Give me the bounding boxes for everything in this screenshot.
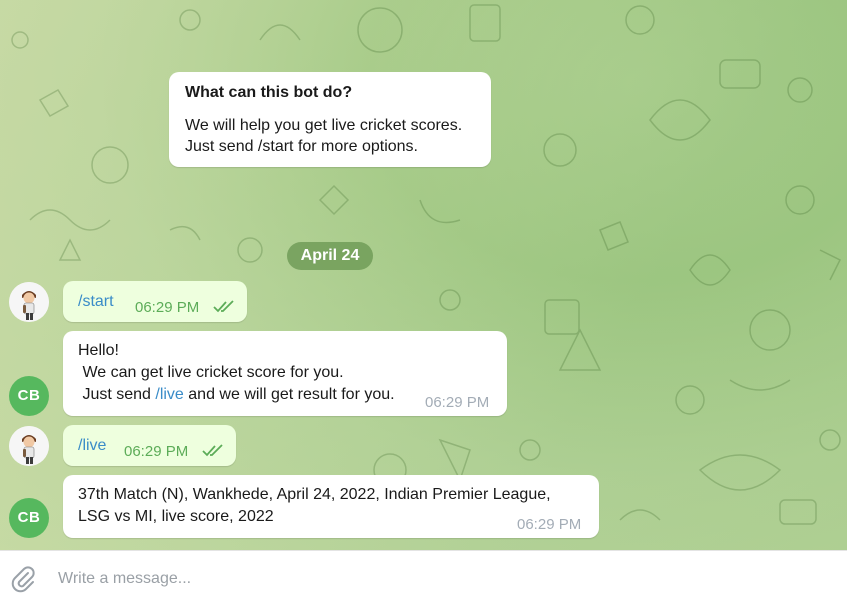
start-command-link[interactable]: /start <box>78 291 114 313</box>
paperclip-icon[interactable] <box>9 565 37 593</box>
user-avatar[interactable] <box>9 282 49 322</box>
chat-history[interactable]: What can this bot do? We will help you g… <box>0 0 847 550</box>
bot-info-description-line-2: Just send /start for more options. <box>185 138 418 155</box>
outgoing-message-bubble[interactable]: /start 06:29 PM <box>63 281 247 322</box>
cartoon-boy-avatar-icon <box>9 426 49 466</box>
double-check-icon <box>202 444 223 457</box>
message-composer <box>0 550 847 608</box>
bot-info-card: What can this bot do? We will help you g… <box>169 72 491 167</box>
incoming-message-bubble[interactable]: Hello! We can get live cricket score for… <box>63 331 507 416</box>
message-timestamp: 06:29 PM <box>425 394 490 411</box>
message-text-line: We can get live cricket score for you. <box>78 364 344 381</box>
message-text-fragment: Just send <box>78 386 156 403</box>
live-command-link[interactable]: /live <box>78 435 106 457</box>
message-timestamp: 06:29 PM <box>517 516 582 533</box>
message-input[interactable] <box>58 567 818 591</box>
message-timestamp: 06:29 PM <box>135 299 200 316</box>
double-check-icon <box>213 300 234 313</box>
live-command-link[interactable]: /live <box>155 386 183 403</box>
bot-avatar[interactable]: CB <box>9 498 49 538</box>
incoming-message-bubble[interactable]: 37th Match (N), Wankhede, April 24, 2022… <box>63 475 599 538</box>
message-text-line: Hello! <box>78 342 119 359</box>
bot-info-description-line-1: We will help you get live cricket scores… <box>185 117 463 134</box>
bot-avatar[interactable]: CB <box>9 376 49 416</box>
message-text-fragment: and we will get result for you. <box>183 386 395 403</box>
message-text-line: LSG vs MI, live score, 2022 <box>78 508 274 525</box>
user-avatar[interactable] <box>9 426 49 466</box>
message-text-line: 37th Match (N), Wankhede, April 24, 2022… <box>78 486 551 503</box>
outgoing-message-bubble[interactable]: /live 06:29 PM <box>63 425 236 466</box>
bot-info-title: What can this bot do? <box>185 84 353 101</box>
cartoon-boy-avatar-icon <box>9 282 49 322</box>
message-text-line: Just send /live and we will get result f… <box>78 384 395 406</box>
date-separator: April 24 <box>287 242 373 270</box>
message-timestamp: 06:29 PM <box>124 443 189 460</box>
